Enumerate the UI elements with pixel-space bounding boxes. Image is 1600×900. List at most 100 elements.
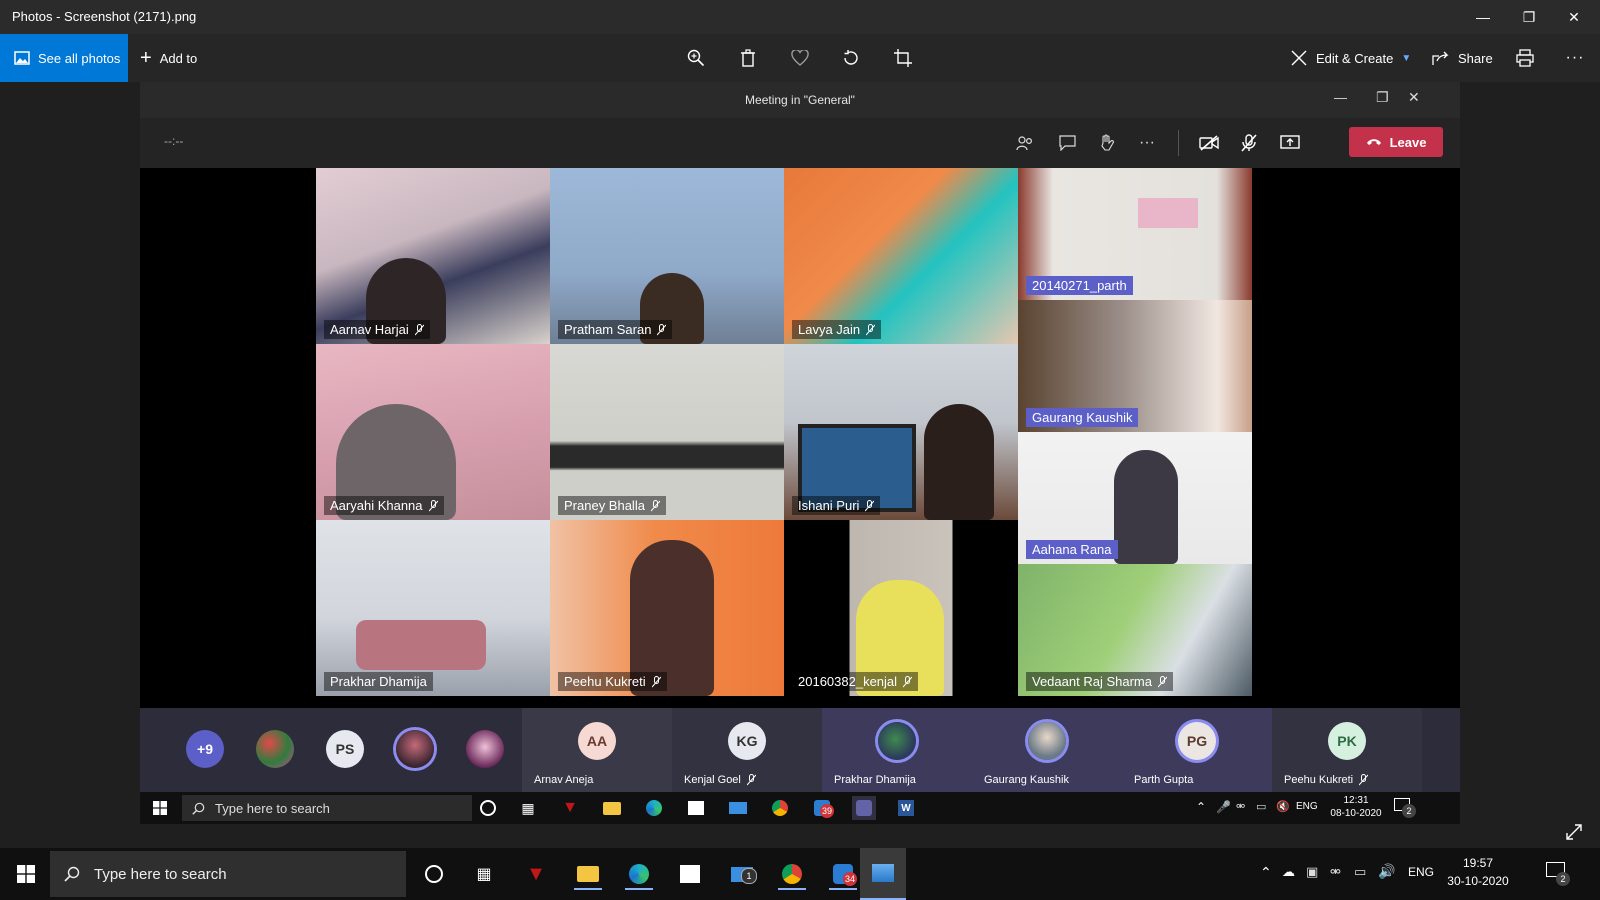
video-tile[interactable]: Lavya Jain	[784, 168, 1018, 344]
tray-app-icon[interactable]: ▣	[1306, 864, 1318, 880]
mic-toggle-button[interactable]	[1232, 126, 1266, 160]
participant-strip: +9 PS AA Arnav Aneja KG Kenjal Goel Prak…	[140, 708, 1460, 792]
share-screen-button[interactable]	[1273, 126, 1307, 160]
participants-button[interactable]	[1008, 126, 1042, 160]
video-tile[interactable]: Gaurang Kaushik	[1018, 300, 1252, 432]
tray-battery-icon[interactable]: ▭	[1354, 864, 1366, 880]
meeting-minimize-button[interactable]: —	[1334, 90, 1347, 105]
cortana-button[interactable]	[420, 860, 448, 888]
see-all-photos-button[interactable]: See all photos	[0, 34, 128, 82]
mail-app[interactable]	[726, 796, 750, 820]
full-screen-button[interactable]	[1562, 820, 1586, 844]
participant-avatar[interactable]: PS	[326, 730, 364, 768]
share-button[interactable]: Share	[1432, 34, 1493, 82]
video-tile[interactable]: Peehu Kukreti	[550, 520, 784, 696]
photos-app[interactable]	[860, 848, 906, 900]
add-to-button[interactable]: + Add to	[140, 34, 197, 82]
chat-button[interactable]	[1050, 126, 1084, 160]
participant-cell[interactable]: PK Peehu Kukreti	[1272, 708, 1422, 792]
favorite-button[interactable]	[780, 34, 820, 82]
chat-app[interactable]: 34	[829, 860, 857, 890]
start-button[interactable]	[12, 860, 40, 888]
zoom-button[interactable]	[676, 34, 716, 82]
camera-toggle-button[interactable]	[1192, 126, 1226, 160]
start-button-inner[interactable]	[148, 796, 172, 820]
tray-date: 30-10-2020	[1447, 874, 1509, 888]
mail-app[interactable]: 1	[728, 860, 757, 888]
task-view-button[interactable]: ▦	[470, 860, 498, 888]
participant-cell[interactable]: Prakhar Dhamija	[822, 708, 972, 792]
tray-battery-icon[interactable]: ▭	[1256, 800, 1266, 813]
tray-volume-icon[interactable]: 🔊	[1378, 863, 1395, 880]
store-app[interactable]	[676, 860, 704, 888]
participant-avatar[interactable]	[256, 730, 294, 768]
notification-center-button[interactable]: 2	[1394, 798, 1416, 818]
taskbar-search-box[interactable]: Type here to search	[50, 851, 406, 897]
participant-avatar[interactable]	[466, 730, 504, 768]
leave-button[interactable]: Leave	[1349, 127, 1443, 157]
participant-cell[interactable]: KG Kenjal Goel	[672, 708, 822, 792]
mic-muted-icon	[746, 774, 757, 786]
delete-button[interactable]	[728, 34, 768, 82]
participant-name: Aaryahi Khanna	[330, 498, 423, 513]
video-tile[interactable]: 20140271_parth	[1018, 168, 1252, 300]
chrome-app[interactable]	[768, 796, 792, 820]
file-explorer-app[interactable]	[574, 860, 602, 890]
tray-language[interactable]: ENG	[1296, 801, 1318, 812]
tray-network-icon[interactable]: ⚮	[1236, 800, 1245, 813]
participant-cell[interactable]: AA Arnav Aneja	[522, 708, 672, 792]
edge-app[interactable]	[625, 860, 653, 890]
drawing-shape	[1138, 198, 1198, 228]
video-tile[interactable]: 20160382_kenjal	[784, 520, 1018, 696]
meeting-restore-button[interactable]: ❐	[1376, 89, 1389, 106]
participant-cell[interactable]: PG Parth Gupta	[1122, 708, 1272, 792]
more-options-button[interactable]: ···	[1555, 34, 1595, 82]
word-app[interactable]: W	[894, 796, 918, 820]
more-participants-button[interactable]: +9	[186, 730, 224, 768]
video-tile[interactable]: Vedaant Raj Sharma	[1018, 564, 1252, 696]
tray-network-icon[interactable]: ⚮	[1330, 864, 1341, 880]
video-tile[interactable]: Ishani Puri	[784, 344, 1018, 520]
close-button[interactable]: ✕	[1552, 0, 1596, 34]
notification-center-button[interactable]: 2	[1546, 862, 1570, 886]
edge-app[interactable]	[642, 796, 666, 820]
participant-cell[interactable]: Gaurang Kaushik	[972, 708, 1122, 792]
edit-create-button[interactable]: Edit & Create ▼	[1290, 34, 1411, 82]
mic-muted-icon	[651, 675, 662, 688]
video-tile[interactable]: Aaryahi Khanna	[316, 344, 550, 520]
raise-hand-button[interactable]	[1090, 126, 1124, 160]
video-tile[interactable]: Aahana Rana	[1018, 432, 1252, 564]
tray-chevron-icon[interactable]: ⌃	[1196, 800, 1206, 814]
task-view-button[interactable]: ▦	[516, 796, 540, 820]
video-tile[interactable]: Prakhar Dhamija	[316, 520, 550, 696]
video-tile[interactable]: Aarnav Harjai	[316, 168, 550, 344]
skype-app[interactable]: 39	[810, 796, 834, 820]
rotate-button[interactable]	[831, 34, 871, 82]
minimize-button[interactable]: —	[1460, 0, 1506, 34]
store-app[interactable]	[684, 796, 708, 820]
file-explorer-app[interactable]	[600, 796, 624, 820]
restore-button[interactable]: ❐	[1506, 0, 1552, 34]
crop-button[interactable]	[883, 34, 923, 82]
cortana-button[interactable]	[476, 796, 500, 820]
video-tile[interactable]: Praney Bhalla	[550, 344, 784, 520]
tray-clock[interactable]: 19:57 30-10-2020	[1442, 854, 1514, 890]
participant-avatar: KG	[728, 722, 766, 760]
teams-app[interactable]	[852, 796, 876, 820]
tray-mic-icon[interactable]: 🎤	[1216, 800, 1231, 814]
print-button[interactable]	[1505, 34, 1545, 82]
inner-search-box[interactable]: Type here to search	[182, 795, 472, 821]
mcafee-app[interactable]: ▼	[558, 796, 582, 820]
participant-avatar-speaking[interactable]	[396, 730, 434, 768]
more-actions-button[interactable]: ···	[1130, 126, 1164, 160]
chrome-app[interactable]	[778, 860, 806, 890]
mcafee-app[interactable]: ▼	[522, 860, 550, 888]
video-tile[interactable]: Pratham Saran	[550, 168, 784, 344]
tray-chevron-icon[interactable]: ⌃	[1260, 864, 1272, 881]
heart-icon	[791, 50, 809, 66]
onedrive-icon[interactable]: ☁	[1282, 864, 1295, 880]
tray-volume-icon[interactable]: 🔇	[1276, 800, 1290, 813]
tray-language[interactable]: ENG	[1408, 865, 1434, 879]
tray-clock[interactable]: 12:31 08-10-2020	[1328, 794, 1384, 820]
meeting-close-button[interactable]: ✕	[1408, 89, 1420, 106]
